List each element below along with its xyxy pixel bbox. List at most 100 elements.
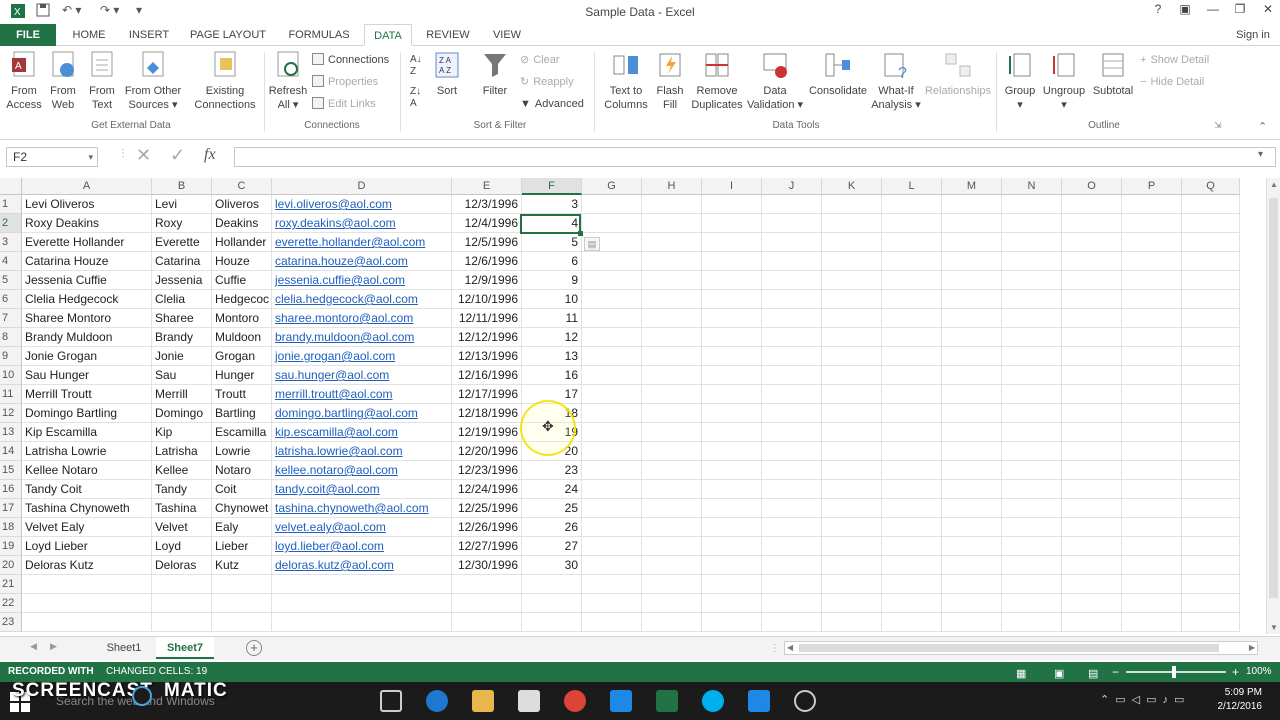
- normal-view-icon[interactable]: ▦: [1016, 664, 1026, 684]
- cell-b13[interactable]: Kip: [152, 423, 212, 442]
- cell-d9[interactable]: jonie.grogan@aol.com: [272, 347, 452, 366]
- cell-j8[interactable]: [762, 328, 822, 347]
- cell-k14[interactable]: [822, 442, 882, 461]
- column-header-l[interactable]: L: [882, 178, 942, 195]
- cell-b8[interactable]: Brandy: [152, 328, 212, 347]
- cell-c21[interactable]: [212, 575, 272, 594]
- cell-p7[interactable]: [1122, 309, 1182, 328]
- formula-input[interactable]: [234, 147, 1276, 167]
- column-header-e[interactable]: E: [452, 178, 522, 195]
- cell-a19[interactable]: Loyd Lieber: [22, 537, 152, 556]
- cell-j1[interactable]: [762, 195, 822, 214]
- cell-i2[interactable]: [702, 214, 762, 233]
- edge-browser-icon[interactable]: [426, 690, 448, 712]
- ungroup-button[interactable]: Ungroup ▾: [1040, 50, 1088, 112]
- row-header[interactable]: 7: [0, 309, 22, 328]
- cell-c8[interactable]: Muldoon: [212, 328, 272, 347]
- cell-a6[interactable]: Clelia Hedgecock: [22, 290, 152, 309]
- cell-k4[interactable]: [822, 252, 882, 271]
- cell-l11[interactable]: [882, 385, 942, 404]
- cell-d15[interactable]: kellee.notaro@aol.com: [272, 461, 452, 480]
- cell-n22[interactable]: [1002, 594, 1062, 613]
- cell-d2[interactable]: roxy.deakins@aol.com: [272, 214, 452, 233]
- scroll-up-icon[interactable]: ▲: [1270, 180, 1278, 189]
- cell-e16[interactable]: 12/24/1996: [452, 480, 522, 499]
- cell-i4[interactable]: [702, 252, 762, 271]
- cell-q16[interactable]: [1182, 480, 1240, 499]
- cell-g21[interactable]: [582, 575, 642, 594]
- row-header[interactable]: 20: [0, 556, 22, 575]
- cell-c15[interactable]: Notaro: [212, 461, 272, 480]
- row-header[interactable]: 6: [0, 290, 22, 309]
- row-header[interactable]: 8: [0, 328, 22, 347]
- cell-f6[interactable]: 10: [522, 290, 582, 309]
- cell-g6[interactable]: [582, 290, 642, 309]
- task-view-icon[interactable]: [380, 690, 402, 712]
- cell-o7[interactable]: [1062, 309, 1122, 328]
- cell-a11[interactable]: Merrill Troutt: [22, 385, 152, 404]
- cell-e6[interactable]: 12/10/1996: [452, 290, 522, 309]
- row-header[interactable]: 4: [0, 252, 22, 271]
- cell-i10[interactable]: [702, 366, 762, 385]
- cell-l15[interactable]: [882, 461, 942, 480]
- cell-p17[interactable]: [1122, 499, 1182, 518]
- column-header-g[interactable]: G: [582, 178, 642, 195]
- tab-data[interactable]: DATA: [364, 24, 412, 46]
- cell-a16[interactable]: Tandy Coit: [22, 480, 152, 499]
- cell-o6[interactable]: [1062, 290, 1122, 309]
- cell-n12[interactable]: [1002, 404, 1062, 423]
- cell-g10[interactable]: [582, 366, 642, 385]
- cell-l17[interactable]: [882, 499, 942, 518]
- cell-a4[interactable]: Catarina Houze: [22, 252, 152, 271]
- cell-c3[interactable]: Hollander: [212, 233, 272, 252]
- sort-button[interactable]: Z AA Z Sort: [430, 50, 464, 98]
- cell-p4[interactable]: [1122, 252, 1182, 271]
- row-header[interactable]: 14: [0, 442, 22, 461]
- cell-m1[interactable]: [942, 195, 1002, 214]
- row-header[interactable]: 10: [0, 366, 22, 385]
- cell-m19[interactable]: [942, 537, 1002, 556]
- cell-i7[interactable]: [702, 309, 762, 328]
- cell-f7[interactable]: 11: [522, 309, 582, 328]
- cell-d4[interactable]: catarina.houze@aol.com: [272, 252, 452, 271]
- column-header-f[interactable]: F: [522, 178, 582, 195]
- cell-j6[interactable]: [762, 290, 822, 309]
- cell-c13[interactable]: Escamilla: [212, 423, 272, 442]
- cell-q19[interactable]: [1182, 537, 1240, 556]
- cell-b6[interactable]: Clelia: [152, 290, 212, 309]
- cell-n14[interactable]: [1002, 442, 1062, 461]
- cell-b17[interactable]: Tashina: [152, 499, 212, 518]
- cell-g17[interactable]: [582, 499, 642, 518]
- cell-p19[interactable]: [1122, 537, 1182, 556]
- cell-g13[interactable]: [582, 423, 642, 442]
- cell-i13[interactable]: [702, 423, 762, 442]
- chrome-icon[interactable]: [564, 690, 586, 712]
- cell-f18[interactable]: 26: [522, 518, 582, 537]
- excel-taskbar-icon[interactable]: [656, 690, 678, 712]
- cell-j15[interactable]: [762, 461, 822, 480]
- cell-b12[interactable]: Domingo: [152, 404, 212, 423]
- cell-k17[interactable]: [822, 499, 882, 518]
- cell-l13[interactable]: [882, 423, 942, 442]
- cell-d10[interactable]: sau.hunger@aol.com: [272, 366, 452, 385]
- cell-h14[interactable]: [642, 442, 702, 461]
- select-all-corner[interactable]: [0, 178, 22, 195]
- cell-a10[interactable]: Sau Hunger: [22, 366, 152, 385]
- cell-p2[interactable]: [1122, 214, 1182, 233]
- cell-n4[interactable]: [1002, 252, 1062, 271]
- cell-c20[interactable]: Kutz: [212, 556, 272, 575]
- cell-m2[interactable]: [942, 214, 1002, 233]
- cell-k5[interactable]: [822, 271, 882, 290]
- cell-h21[interactable]: [642, 575, 702, 594]
- cell-k1[interactable]: [822, 195, 882, 214]
- existing-connections-button[interactable]: Existing Connections: [190, 50, 260, 112]
- column-header-n[interactable]: N: [1002, 178, 1062, 195]
- cell-c4[interactable]: Houze: [212, 252, 272, 271]
- cell-k9[interactable]: [822, 347, 882, 366]
- from-web-button[interactable]: From Web: [44, 50, 82, 112]
- cell-b2[interactable]: Roxy: [152, 214, 212, 233]
- cell-n2[interactable]: [1002, 214, 1062, 233]
- cell-l16[interactable]: [882, 480, 942, 499]
- cell-o9[interactable]: [1062, 347, 1122, 366]
- cell-j20[interactable]: [762, 556, 822, 575]
